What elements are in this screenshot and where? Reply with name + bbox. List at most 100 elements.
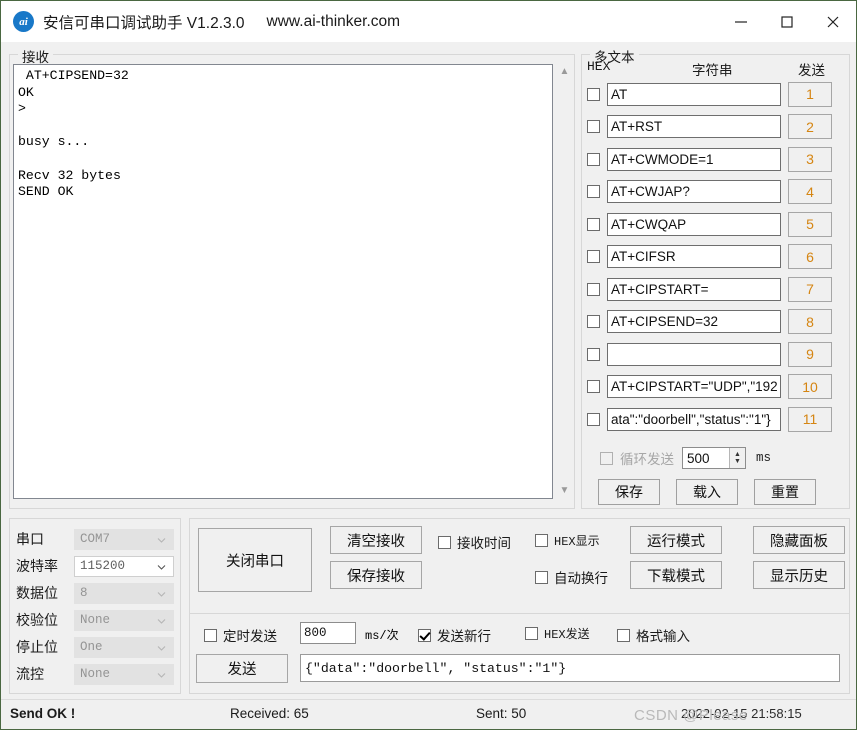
multitext-group: 多文本 HEX 字符串 发送 AT 1 AT+RST 2 AT+CWMODE=1 3 AT+… [581,46,850,509]
serial-setting-select[interactable]: One [74,636,174,658]
show-history-button[interactable]: 显示历史 [753,561,845,589]
send-slot-button[interactable]: 11 [788,406,832,432]
receive-time-checkbox-row[interactable]: 接收时间 [438,532,511,552]
auto-wrap-checkbox[interactable] [535,570,548,584]
send-interval-input[interactable]: 800 [300,622,356,644]
command-input[interactable]: ata":"doorbell","status":"1"} [607,407,781,431]
download-mode-button[interactable]: 下载模式 [630,561,722,589]
send-slot-button[interactable]: 1 [788,81,832,107]
app-icon: ai [13,11,34,32]
serial-setting-label: 校验位 [16,612,58,628]
auto-wrap-label: 自动换行 [554,571,608,586]
format-input-checkbox-row[interactable]: 格式输入 [617,625,690,645]
run-mode-button[interactable]: 运行模式 [630,526,722,554]
send-slot-button[interactable]: 3 [788,146,832,172]
command-input[interactable]: AT+CIPSEND=32 [607,310,781,333]
send-button[interactable]: 发送 [196,654,288,683]
timed-send-checkbox[interactable] [204,628,217,642]
command-input[interactable]: AT+CWJAP? [607,180,781,203]
hex-checkbox[interactable] [587,347,600,361]
send-slot-button[interactable]: 5 [788,211,832,237]
hide-panel-button[interactable]: 隐藏面板 [753,526,845,554]
minimize-icon[interactable] [718,1,764,42]
command-input[interactable]: AT+CWQAP [607,212,781,236]
serial-setting-select[interactable]: None [74,609,174,631]
serial-setting-value: None [80,613,111,627]
receive-textarea[interactable]: AT+CIPSEND=32 OK > busy s... Recv 32 byt… [13,64,553,499]
chevron-down-icon[interactable] [157,535,166,544]
receive-time-checkbox[interactable] [438,535,451,549]
command-input[interactable]: AT [607,82,781,106]
hex-checkbox[interactable] [587,380,600,393]
send-slot-button[interactable]: 7 [788,276,832,302]
save-receive-button[interactable]: 保存接收 [330,561,422,589]
hex-checkbox[interactable] [587,315,600,328]
chevron-down-icon[interactable] [157,643,166,652]
command-input[interactable]: AT+RST [607,115,781,138]
close-icon[interactable] [810,1,856,42]
hex-display-checkbox-row[interactable]: HEX显示 [535,532,600,549]
serial-setting-select[interactable]: 115200 [74,555,174,577]
command-input[interactable]: AT+CIFSR [607,245,781,268]
multitext-row: AT+CIPSTART= 7 [587,276,846,302]
close-port-button[interactable]: 关闭串口 [198,528,312,592]
stepper-down-icon[interactable]: ▼ [734,458,741,465]
command-input[interactable]: AT+CIPSTART="UDP","192 [607,375,781,398]
receive-group: 接收 AT+CIPSEND=32 OK > busy s... Recv 32 … [9,46,575,509]
serial-setting-select[interactable]: 8 [74,582,174,604]
send-newline-checkbox-row[interactable]: 发送新行 [418,625,491,645]
hex-checkbox[interactable] [587,282,600,296]
serial-setting-label: 串口 [16,531,44,547]
reset-button[interactable]: 重置 [754,479,816,505]
serial-setting-select[interactable]: COM7 [74,528,174,550]
auto-wrap-checkbox-row[interactable]: 自动换行 [535,567,608,587]
chevron-down-icon[interactable] [157,670,166,679]
chevron-down-icon[interactable] [157,562,166,571]
hex-checkbox[interactable] [587,185,600,198]
send-slot-button[interactable]: 6 [788,244,832,269]
command-input[interactable]: AT+CWMODE=1 [607,147,781,171]
scroll-up-icon[interactable]: ▲ [560,64,570,80]
send-slot-button[interactable]: 8 [788,309,832,334]
scroll-down-icon[interactable]: ▼ [560,483,570,499]
serial-setting-label: 流控 [16,666,44,682]
send-group: 定时发送 800 ms/次 发送新行 HEX发送 格式输入 发送 {"data"… [189,613,850,694]
chevron-down-icon[interactable] [157,616,166,625]
serial-settings-group: 串口 COM7 波特率 115200 数据位 8 校验位 None 停止位 One 流控 None [9,518,181,694]
command-input[interactable] [607,342,781,366]
serial-setting-select[interactable]: None [74,663,174,685]
send-newline-checkbox[interactable] [418,628,431,642]
stepper-arrows[interactable]: ▲ ▼ [729,448,745,468]
hex-checkbox[interactable] [587,87,600,101]
loop-send-checkbox[interactable] [600,451,613,465]
hex-display-checkbox[interactable] [535,534,548,547]
serial-setting-value: None [80,667,111,681]
chevron-down-icon[interactable] [157,589,166,598]
send-slot-button[interactable]: 9 [788,341,832,367]
hex-checkbox[interactable] [587,120,600,133]
multitext-row: AT+CWMODE=1 3 [587,146,846,172]
save-button[interactable]: 保存 [598,479,660,505]
hex-checkbox[interactable] [587,250,600,263]
hex-checkbox[interactable] [587,152,600,166]
receive-scrollbar[interactable]: ▲ ▼ [556,64,573,499]
command-input[interactable]: AT+CIPSTART= [607,277,781,301]
stepper-up-icon[interactable]: ▲ [734,451,741,458]
loop-interval-stepper[interactable]: 500 ▲ ▼ [682,447,746,469]
hex-send-checkbox[interactable] [525,627,538,640]
send-slot-button[interactable]: 4 [788,179,832,204]
hex-send-checkbox-row[interactable]: HEX发送 [525,625,590,642]
serial-setting-label: 波特率 [16,558,58,574]
hex-checkbox[interactable] [587,217,600,231]
send-text-input[interactable]: {"data":"doorbell", "status":"1"} [300,654,840,682]
clear-receive-button[interactable]: 清空接收 [330,526,422,554]
timed-send-checkbox-row[interactable]: 定时发送 [204,625,277,645]
status-sent-count: Sent: 50 [476,706,527,721]
maximize-icon[interactable] [764,1,810,42]
send-slot-button[interactable]: 10 [788,374,832,399]
loop-interval-value: 500 [687,450,710,466]
load-button[interactable]: 载入 [676,479,738,505]
format-input-checkbox[interactable] [617,628,630,642]
send-slot-button[interactable]: 2 [788,114,832,139]
hex-checkbox[interactable] [587,412,600,426]
